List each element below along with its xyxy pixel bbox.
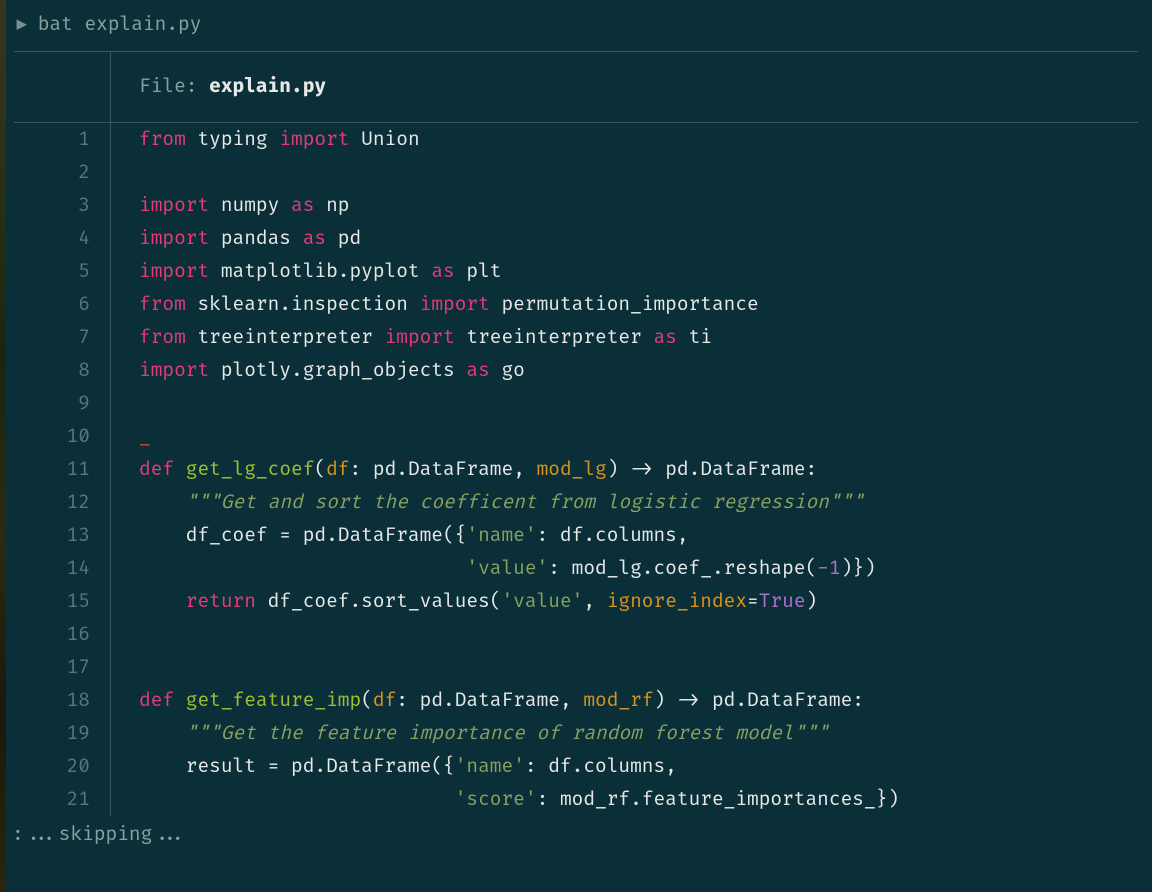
line-number: 16	[14, 618, 110, 651]
line-number: 13	[14, 519, 110, 552]
line-number: 8	[14, 354, 110, 387]
code-line: 15 return df_coef.sort_values('value', i…	[14, 585, 1138, 618]
window-left-edge	[0, 0, 6, 892]
code-line: 12 """Get and sort the coefficent from l…	[14, 486, 1138, 519]
code-content	[111, 618, 1138, 651]
file-header: File: explain.py	[14, 52, 1138, 122]
code-line: 8import plotly.graph_objects as go	[14, 354, 1138, 387]
code-content: from treeinterpreter import treeinterpre…	[111, 321, 1138, 354]
code-content	[111, 156, 1138, 189]
code-content: 'score': mod_rf.feature_importances_})	[111, 783, 1138, 816]
line-number: 6	[14, 288, 110, 321]
code-line: 5import matplotlib.pyplot as plt	[14, 255, 1138, 288]
code-content: def get_feature_imp(df: pd.DataFrame, mo…	[111, 684, 1138, 717]
line-number: 12	[14, 486, 110, 519]
code-line: 2	[14, 156, 1138, 189]
code-content: import pandas as pd	[111, 222, 1138, 255]
line-number: 18	[14, 684, 110, 717]
code-line: 14 'value': mod_lg.coef_.reshape(-1)})	[14, 552, 1138, 585]
shell-prompt: ▶ bat explain.py	[14, 6, 1138, 51]
code-content: result = pd.DataFrame({'name': df.column…	[111, 750, 1138, 783]
line-number: 3	[14, 189, 110, 222]
line-number: 21	[14, 783, 110, 816]
code-line: 9	[14, 387, 1138, 420]
code-line: 21 'score': mod_rf.feature_importances_}…	[14, 783, 1138, 816]
code-content	[111, 651, 1138, 684]
code-listing: 1from typing import Union2 3import numpy…	[14, 123, 1138, 816]
line-number: 17	[14, 651, 110, 684]
code-line: 16	[14, 618, 1138, 651]
code-line: 13 df_coef = pd.DataFrame({'name': df.co…	[14, 519, 1138, 552]
line-number: 4	[14, 222, 110, 255]
code-line: 7from treeinterpreter import treeinterpr…	[14, 321, 1138, 354]
code-line: 6from sklearn.inspection import permutat…	[14, 288, 1138, 321]
code-line: 19 """Get the feature importance of rand…	[14, 717, 1138, 750]
prompt-arrow-icon: ▶	[16, 12, 28, 36]
line-number: 19	[14, 717, 110, 750]
code-line: 3import numpy as np	[14, 189, 1138, 222]
code-line: 4import pandas as pd	[14, 222, 1138, 255]
file-label-text: File:	[139, 74, 209, 98]
code-content: return df_coef.sort_values('value', igno…	[111, 585, 1138, 618]
terminal-output[interactable]: ▶bat explain.py File: explain.py 1from t…	[0, 6, 1152, 816]
shell-command: bat explain.py	[38, 12, 202, 36]
code-content: from typing import Union	[111, 123, 1138, 156]
code-line: 20 result = pd.DataFrame({'name': df.col…	[14, 750, 1138, 783]
line-number: 2	[14, 156, 110, 189]
line-number: 10	[14, 420, 110, 453]
code-content: """Get the feature importance of random …	[111, 717, 1138, 750]
code-content: import plotly.graph_objects as go	[111, 354, 1138, 387]
code-line: 17	[14, 651, 1138, 684]
line-number: 5	[14, 255, 110, 288]
line-number: 7	[14, 321, 110, 354]
line-number: 9	[14, 387, 110, 420]
code-content: df_coef = pd.DataFrame({'name': df.colum…	[111, 519, 1138, 552]
code-content	[111, 387, 1138, 420]
code-line: 11def get_lg_coef(df: pd.DataFrame, mod_…	[14, 453, 1138, 486]
code-line: 10_	[14, 420, 1138, 453]
code-content: import matplotlib.pyplot as plt	[111, 255, 1138, 288]
code-content: _	[111, 420, 1138, 453]
code-content: def get_lg_coef(df: pd.DataFrame, mod_lg…	[111, 453, 1138, 486]
line-number: 20	[14, 750, 110, 783]
code-content: from sklearn.inspection import permutati…	[111, 288, 1138, 321]
line-number: 14	[14, 552, 110, 585]
line-number: 15	[14, 585, 110, 618]
code-line: 18def get_feature_imp(df: pd.DataFrame, …	[14, 684, 1138, 717]
code-content: import numpy as np	[111, 189, 1138, 222]
code-content: 'value': mod_lg.coef_.reshape(-1)})	[111, 552, 1138, 585]
line-number: 1	[14, 123, 110, 156]
code-content: """Get and sort the coefficent from logi…	[111, 486, 1138, 519]
line-number: 11	[14, 453, 110, 486]
file-name: explain.py	[209, 74, 326, 98]
pager-status: :...skipping...	[0, 816, 1152, 849]
code-line: 1from typing import Union	[14, 123, 1138, 156]
